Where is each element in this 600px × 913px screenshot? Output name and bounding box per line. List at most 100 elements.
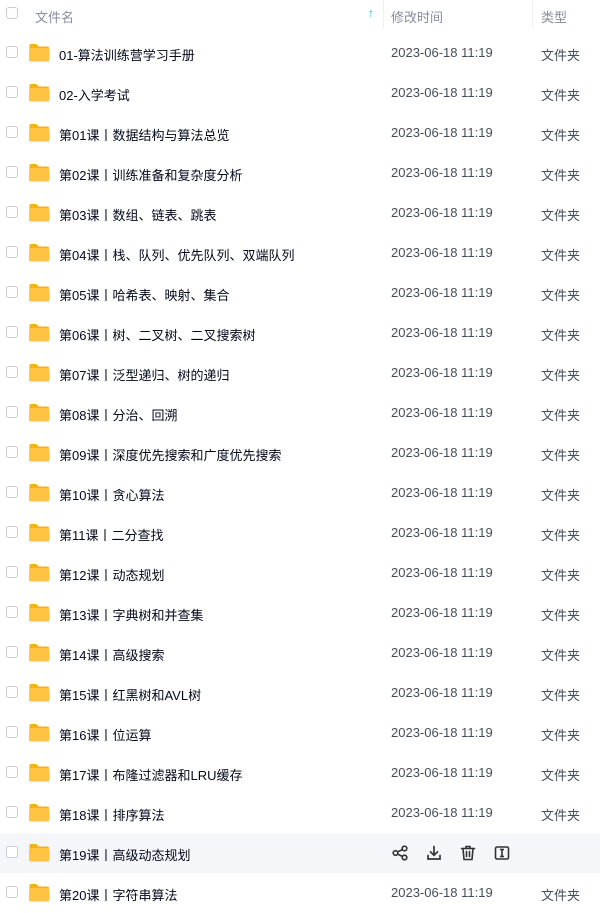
column-divider[interactable] bbox=[532, 0, 533, 28]
file-list-header: 文件名 ↑ 修改时间 类型 bbox=[0, 0, 600, 28]
file-name[interactable]: 第08课丨分治、回溯 bbox=[59, 405, 177, 424]
row-checkbox[interactable] bbox=[6, 286, 18, 298]
file-row[interactable]: 第14课丨高级搜索 2023-06-18 11:19 文件夹 bbox=[0, 633, 600, 673]
file-name[interactable]: 第04课丨栈、队列、优先队列、双端队列 bbox=[59, 245, 294, 264]
file-type: 文件夹 bbox=[541, 248, 581, 263]
file-row[interactable]: 第18课丨排序算法 2023-06-18 11:19 文件夹 bbox=[0, 793, 600, 833]
modified-time: 2023-06-18 11:19 bbox=[391, 645, 493, 660]
file-name[interactable]: 第07课丨泛型递归、树的递归 bbox=[59, 365, 229, 384]
file-row[interactable]: 第04课丨栈、队列、优先队列、双端队列 2023-06-18 11:19 文件夹 bbox=[0, 233, 600, 273]
file-row[interactable]: 第02课丨训练准备和复杂度分析 2023-06-18 11:19 文件夹 bbox=[0, 153, 600, 193]
file-row[interactable]: 第03课丨数组、链表、跳表 2023-06-18 11:19 文件夹 bbox=[0, 193, 600, 233]
file-name[interactable]: 第11课丨二分查找 bbox=[59, 525, 164, 544]
file-name[interactable]: 第13课丨字典树和并查集 bbox=[59, 605, 203, 624]
file-row[interactable]: 第11课丨二分查找 2023-06-18 11:19 文件夹 bbox=[0, 513, 600, 553]
row-checkbox[interactable] bbox=[6, 326, 18, 338]
file-name[interactable]: 第10课丨贪心算法 bbox=[59, 485, 164, 504]
column-divider[interactable] bbox=[383, 0, 384, 28]
file-name[interactable]: 第09课丨深度优先搜索和广度优先搜索 bbox=[59, 445, 281, 464]
row-checkbox[interactable] bbox=[6, 646, 18, 658]
file-name[interactable]: 第14课丨高级搜索 bbox=[59, 645, 164, 664]
file-name[interactable]: 第16课丨位运算 bbox=[59, 725, 151, 744]
modified-time: 2023-06-18 11:19 bbox=[391, 805, 493, 820]
modified-time: 2023-06-18 11:19 bbox=[391, 365, 493, 380]
file-row[interactable]: 第16课丨位运算 2023-06-18 11:19 文件夹 bbox=[0, 713, 600, 753]
file-name[interactable]: 01-算法训练营学习手册 bbox=[59, 45, 195, 64]
row-checkbox[interactable] bbox=[6, 806, 18, 818]
delete-icon[interactable] bbox=[459, 844, 477, 862]
file-row[interactable]: 02-入学考试 2023-06-18 11:19 文件夹 bbox=[0, 73, 600, 113]
column-header-type[interactable]: 类型 bbox=[541, 7, 567, 26]
file-name[interactable]: 第05课丨哈希表、映射、集合 bbox=[59, 285, 229, 304]
file-type: 文件夹 bbox=[541, 728, 581, 743]
row-checkbox[interactable] bbox=[6, 126, 18, 138]
row-checkbox[interactable] bbox=[6, 726, 18, 738]
file-name[interactable]: 第12课丨动态规划 bbox=[59, 565, 164, 584]
file-row[interactable]: 第05课丨哈希表、映射、集合 2023-06-18 11:19 文件夹 bbox=[0, 273, 600, 313]
modified-time: 2023-06-18 11:19 bbox=[391, 205, 493, 220]
file-row[interactable]: 第06课丨树、二叉树、二叉搜索树 2023-06-18 11:19 文件夹 bbox=[0, 313, 600, 353]
row-checkbox[interactable] bbox=[6, 166, 18, 178]
row-checkbox[interactable] bbox=[6, 566, 18, 578]
row-checkbox[interactable] bbox=[6, 686, 18, 698]
modified-time: 2023-06-18 11:19 bbox=[391, 525, 493, 540]
file-type: 文件夹 bbox=[541, 568, 581, 583]
file-name[interactable]: 第20课丨字符串算法 bbox=[59, 885, 177, 904]
modified-time: 2023-06-18 11:19 bbox=[391, 765, 493, 780]
file-row[interactable]: 01-算法训练营学习手册 2023-06-18 11:19 文件夹 bbox=[0, 33, 600, 73]
file-type: 文件夹 bbox=[541, 688, 581, 703]
rename-icon[interactable] bbox=[493, 844, 511, 862]
file-name[interactable]: 第06课丨树、二叉树、二叉搜索树 bbox=[59, 325, 255, 344]
row-checkbox[interactable] bbox=[6, 446, 18, 458]
file-name[interactable]: 第17课丨布隆过滤器和LRU缓存 bbox=[59, 765, 242, 784]
folder-icon bbox=[29, 684, 50, 702]
row-checkbox[interactable] bbox=[6, 366, 18, 378]
row-checkbox[interactable] bbox=[6, 486, 18, 498]
file-row[interactable]: 第20课丨字符串算法 2023-06-18 11:19 文件夹 bbox=[0, 873, 600, 913]
file-row[interactable]: 第08课丨分治、回溯 2023-06-18 11:19 文件夹 bbox=[0, 393, 600, 433]
row-checkbox[interactable] bbox=[6, 846, 18, 858]
row-checkbox[interactable] bbox=[6, 206, 18, 218]
download-icon[interactable] bbox=[425, 844, 443, 862]
file-row[interactable]: 第09课丨深度优先搜索和广度优先搜索 2023-06-18 11:19 文件夹 bbox=[0, 433, 600, 473]
modified-time: 2023-06-18 11:19 bbox=[391, 125, 493, 140]
row-checkbox[interactable] bbox=[6, 526, 18, 538]
file-type: 文件夹 bbox=[541, 328, 581, 343]
modified-time: 2023-06-18 11:19 bbox=[391, 445, 493, 460]
file-row[interactable]: 第17课丨布隆过滤器和LRU缓存 2023-06-18 11:19 文件夹 bbox=[0, 753, 600, 793]
folder-icon bbox=[29, 44, 50, 62]
folder-icon bbox=[29, 884, 50, 902]
file-name[interactable]: 第19课丨高级动态规划 bbox=[59, 845, 190, 864]
file-type: 文件夹 bbox=[541, 448, 581, 463]
file-row[interactable]: 第15课丨红黑树和AVL树 2023-06-18 11:19 文件夹 bbox=[0, 673, 600, 713]
row-checkbox[interactable] bbox=[6, 606, 18, 618]
row-checkbox[interactable] bbox=[6, 766, 18, 778]
share-icon[interactable] bbox=[391, 844, 409, 862]
file-row[interactable]: 第19课丨高级动态规划 bbox=[0, 833, 600, 873]
file-row[interactable]: 第07课丨泛型递归、树的递归 2023-06-18 11:19 文件夹 bbox=[0, 353, 600, 393]
file-name[interactable]: 第18课丨排序算法 bbox=[59, 805, 164, 824]
file-row[interactable]: 第01课丨数据结构与算法总览 2023-06-18 11:19 文件夹 bbox=[0, 113, 600, 153]
folder-icon bbox=[29, 644, 50, 662]
row-actions bbox=[391, 844, 527, 862]
file-name[interactable]: 第02课丨训练准备和复杂度分析 bbox=[59, 165, 242, 184]
row-checkbox[interactable] bbox=[6, 886, 18, 898]
file-list: 01-算法训练营学习手册 2023-06-18 11:19 文件夹 02-入学考… bbox=[0, 33, 600, 913]
file-name[interactable]: 第03课丨数组、链表、跳表 bbox=[59, 205, 216, 224]
row-checkbox[interactable] bbox=[6, 246, 18, 258]
column-header-modified-time[interactable]: 修改时间 bbox=[391, 7, 443, 26]
column-header-name[interactable]: 文件名 bbox=[35, 7, 74, 26]
modified-time: 2023-06-18 11:19 bbox=[391, 405, 493, 420]
file-row[interactable]: 第10课丨贪心算法 2023-06-18 11:19 文件夹 bbox=[0, 473, 600, 513]
file-name[interactable]: 第01课丨数据结构与算法总览 bbox=[59, 125, 229, 144]
file-row[interactable]: 第13课丨字典树和并查集 2023-06-18 11:19 文件夹 bbox=[0, 593, 600, 633]
file-name[interactable]: 第15课丨红黑树和AVL树 bbox=[59, 685, 201, 704]
sort-ascending-icon[interactable]: ↑ bbox=[368, 6, 374, 20]
select-all-checkbox[interactable] bbox=[6, 7, 18, 19]
row-checkbox[interactable] bbox=[6, 406, 18, 418]
file-type: 文件夹 bbox=[541, 168, 581, 183]
row-checkbox[interactable] bbox=[6, 86, 18, 98]
row-checkbox[interactable] bbox=[6, 46, 18, 58]
file-row[interactable]: 第12课丨动态规划 2023-06-18 11:19 文件夹 bbox=[0, 553, 600, 593]
file-name[interactable]: 02-入学考试 bbox=[59, 85, 130, 104]
